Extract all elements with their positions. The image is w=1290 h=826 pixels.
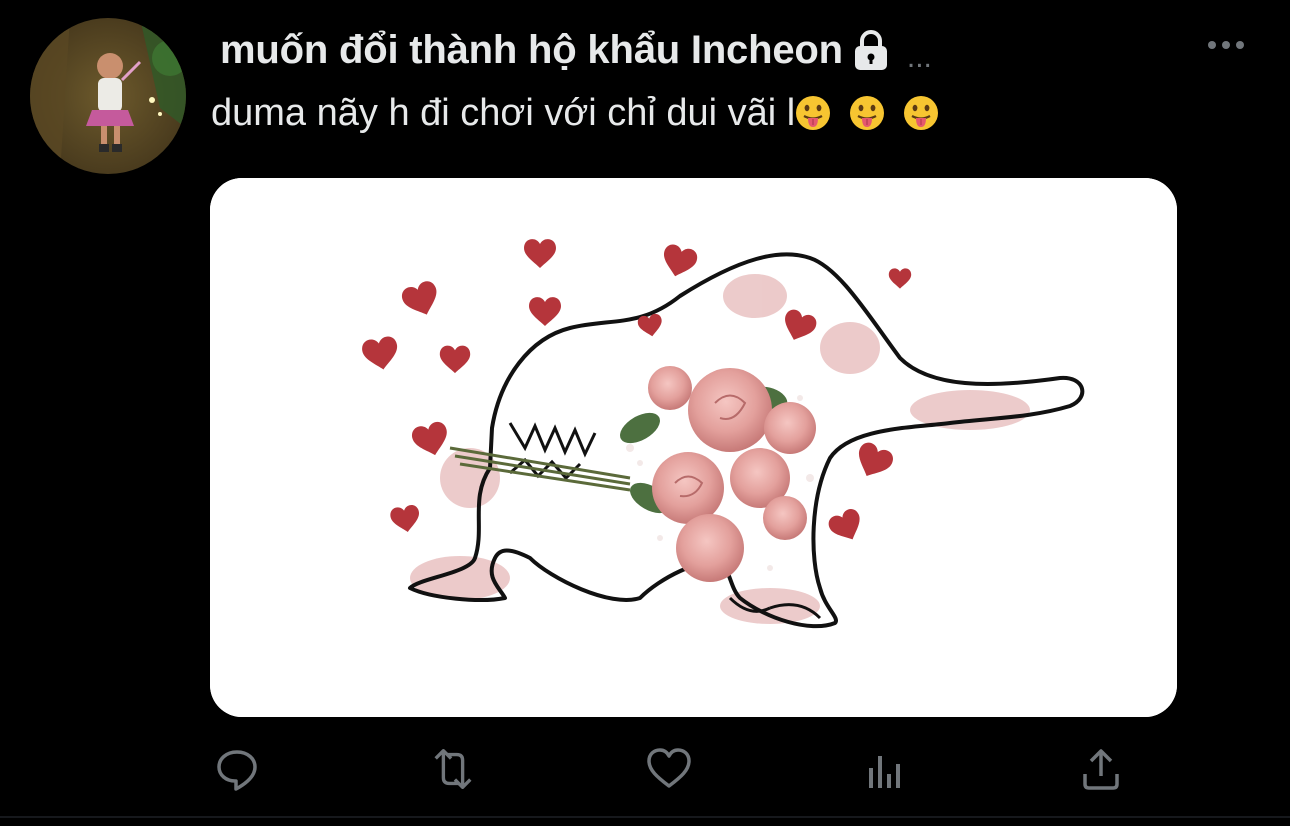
face-with-tongue-icon: [904, 96, 939, 130]
like-button[interactable]: [644, 744, 694, 794]
avatar[interactable]: [30, 18, 186, 174]
tweet-text: duma nãy h đi chơi với chỉ dui vãi l: [211, 88, 957, 138]
tweet-text-content: duma nãy h đi chơi với chỉ dui vãi l: [211, 92, 796, 134]
retweet-button[interactable]: [428, 744, 478, 794]
reply-button[interactable]: [212, 744, 262, 794]
heart-icon: [647, 748, 691, 788]
analytics-button[interactable]: [860, 744, 910, 794]
face-with-tongue-icon: [850, 96, 885, 130]
tweet-header: muốn đổi thành hộ khẩu Incheon ...: [220, 24, 932, 76]
share-icon: [1083, 749, 1119, 790]
share-button[interactable]: [1076, 744, 1126, 794]
analytics-icon: [869, 756, 900, 788]
more-options-icon[interactable]: [1206, 38, 1246, 52]
display-name[interactable]: muốn đổi thành hộ khẩu Incheon: [220, 28, 843, 73]
tweet-media-image[interactable]: [210, 178, 1177, 717]
action-bar: [0, 744, 1290, 794]
lock-icon: [854, 30, 887, 70]
face-with-tongue-icon: [796, 96, 831, 130]
retweet-icon: [434, 749, 472, 789]
divider: [0, 816, 1290, 818]
reply-icon: [217, 750, 257, 791]
user-handle: ...: [906, 41, 932, 74]
